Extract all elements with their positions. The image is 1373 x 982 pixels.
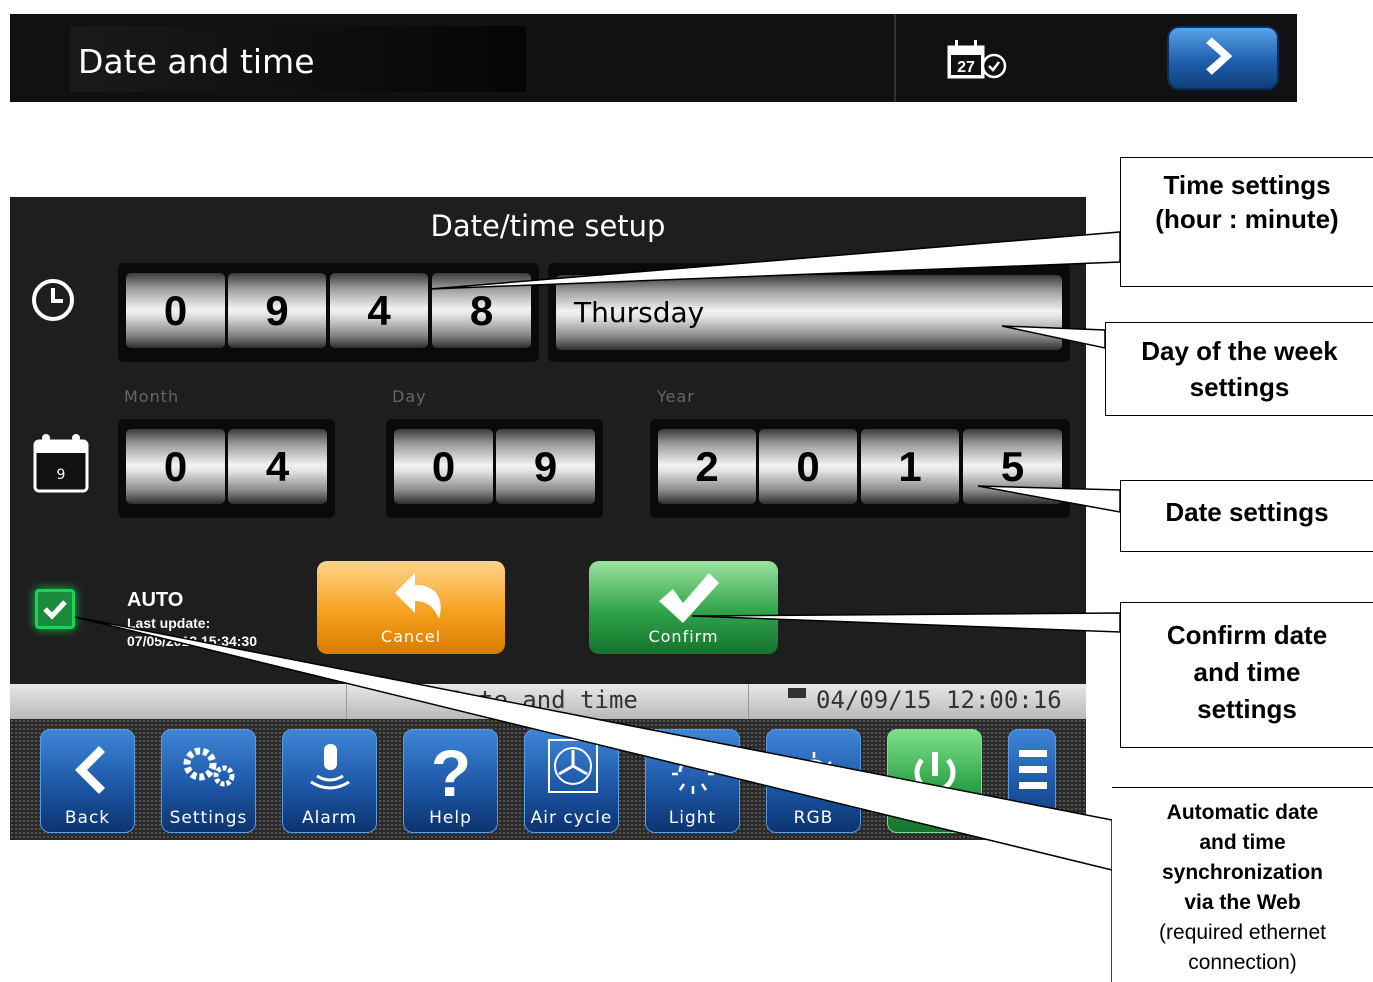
- nav-back-button[interactable]: Back: [40, 729, 135, 833]
- last-update-label: Last update:: [127, 615, 211, 631]
- bell-icon: [310, 744, 350, 790]
- day-field: 0 9: [386, 419, 603, 518]
- status-divider: [748, 684, 749, 719]
- auto-callout-line2: and time: [1199, 831, 1286, 854]
- nav-menu-button[interactable]: [1008, 729, 1056, 833]
- checkmark-icon: [43, 600, 67, 620]
- minute-units-digit[interactable]: 8: [432, 273, 531, 348]
- nav-help-button[interactable]: ? Help: [403, 729, 498, 833]
- confirm-callout-line1: Confirm date: [1166, 620, 1328, 650]
- nav-rgb-label: RGB: [793, 808, 834, 828]
- header-divider: [894, 14, 896, 102]
- date-callout-line1: Date settings: [1165, 497, 1329, 527]
- nav-back-label: Back: [64, 808, 111, 828]
- nav-help-label: Help: [429, 808, 472, 828]
- nav-alarm-button[interactable]: Alarm: [282, 729, 377, 833]
- question-icon: ?: [431, 736, 471, 806]
- day-units-digit[interactable]: 9: [496, 429, 595, 504]
- header-title-box: Date and time: [70, 26, 526, 92]
- nav-power-button[interactable]: [887, 729, 982, 833]
- auto-label: AUTO: [127, 589, 184, 611]
- weekday-field: Thursday: [548, 263, 1070, 362]
- year-digit-2[interactable]: 0: [759, 429, 857, 504]
- weekday-callout: Day of the week settings: [1105, 322, 1373, 416]
- nav-settings-button[interactable]: Settings: [161, 729, 256, 833]
- confirm-callout: Confirm date and time settings: [1120, 602, 1373, 748]
- auto-callout-note2: connection): [1188, 951, 1297, 974]
- time-callout-line1: Time settings: [1163, 170, 1331, 200]
- day-tens-digit[interactable]: 0: [394, 429, 493, 504]
- year-digit-4[interactable]: 5: [963, 429, 1062, 504]
- time-callout-line2: (hour : minute): [1155, 204, 1339, 234]
- month-field: 0 4: [118, 419, 335, 518]
- power-icon: [914, 752, 956, 793]
- year-label: Year: [657, 387, 695, 406]
- date-callout: Date settings: [1120, 480, 1373, 552]
- minute-tens-digit[interactable]: 4: [330, 273, 428, 348]
- year-digit-3[interactable]: 1: [861, 429, 959, 504]
- nav-light-button[interactable]: Light: [645, 729, 740, 833]
- calendar-clock-icon[interactable]: 27: [946, 40, 1010, 80]
- header-title: Date and time: [78, 42, 315, 81]
- chevron-right-icon: [1206, 37, 1233, 75]
- last-update-value: 07/05/2018 15:34:30: [127, 633, 257, 649]
- date-time-setup-panel: Date/time setup 0 9 : 4 8 Thursday Month…: [10, 197, 1086, 684]
- auto-callout-line1: Automatic date: [1166, 801, 1319, 824]
- rgb-icon: [796, 752, 832, 775]
- svg-text:?: ?: [431, 736, 471, 806]
- cancel-label: Cancel: [380, 627, 442, 646]
- menu-icon: [1019, 750, 1047, 789]
- chevron-left-icon: [75, 746, 105, 794]
- usb-icon: [788, 688, 806, 698]
- panel-title: Date/time setup: [430, 209, 666, 243]
- nav-air-cycle-button[interactable]: Air cycle: [524, 729, 619, 833]
- confirm-label: Confirm: [648, 627, 719, 646]
- auto-sync-checkbox[interactable]: [35, 589, 75, 629]
- nav-air-cycle-label: Air cycle: [530, 808, 613, 828]
- year-digit-1[interactable]: 2: [658, 429, 756, 504]
- status-divider: [346, 684, 347, 719]
- year-field: 2 0 1 5: [650, 419, 1070, 518]
- status-datetime: 04/09/15 12:00:16: [816, 686, 1062, 714]
- confirm-callout-line3: settings: [1197, 694, 1297, 724]
- nav-settings-label: Settings: [169, 808, 248, 828]
- month-tens-digit[interactable]: 0: [126, 429, 225, 504]
- undo-arrow-icon: [395, 573, 441, 619]
- sun-icon: [672, 750, 714, 794]
- next-button[interactable]: [1167, 26, 1279, 90]
- confirm-callout-line2: and time: [1193, 657, 1301, 687]
- day-label: Day: [392, 387, 427, 406]
- status-page-name: Date and time: [450, 686, 638, 714]
- fan-icon: [548, 739, 598, 793]
- calendar-icon: 9: [33, 434, 89, 493]
- auto-callout-line3: synchronization: [1161, 861, 1324, 884]
- nav-rgb-button[interactable]: RGB: [766, 729, 861, 833]
- hour-units-digit[interactable]: 9: [228, 273, 326, 348]
- status-bar: Date and time 04/09/15 12:00:16: [10, 684, 1086, 719]
- checkmark-icon: [659, 573, 719, 623]
- confirm-button[interactable]: Confirm: [589, 561, 778, 654]
- auto-callout: Automatic date and time synchronization …: [1112, 787, 1373, 982]
- clock-icon: [32, 279, 74, 321]
- auto-callout-line4: via the Web: [1184, 891, 1301, 914]
- bottom-nav: Back Settings Alarm ? Help Air cycle Lig…: [10, 719, 1086, 840]
- weekday-callout-line1: Day of the week: [1141, 336, 1338, 366]
- time-field: 0 9 : 4 8: [118, 263, 539, 362]
- cancel-button[interactable]: Cancel: [317, 561, 505, 654]
- month-label: Month: [124, 387, 180, 406]
- hour-tens-digit[interactable]: 0: [126, 273, 225, 348]
- header-bar: Date and time 27: [10, 14, 1297, 102]
- weekday-selector[interactable]: Thursday: [556, 275, 1062, 350]
- calendar-icon-day: 9: [57, 467, 66, 483]
- calendar-day-text: 27: [957, 59, 975, 76]
- auto-callout-note1: (required ethernet: [1159, 921, 1326, 944]
- time-callout: Time settings (hour : minute): [1120, 157, 1373, 287]
- nav-light-label: Light: [668, 808, 717, 828]
- weekday-callout-line2: settings: [1189, 372, 1290, 402]
- gears-icon: [183, 747, 235, 787]
- month-units-digit[interactable]: 4: [228, 429, 327, 504]
- nav-alarm-label: Alarm: [301, 808, 358, 828]
